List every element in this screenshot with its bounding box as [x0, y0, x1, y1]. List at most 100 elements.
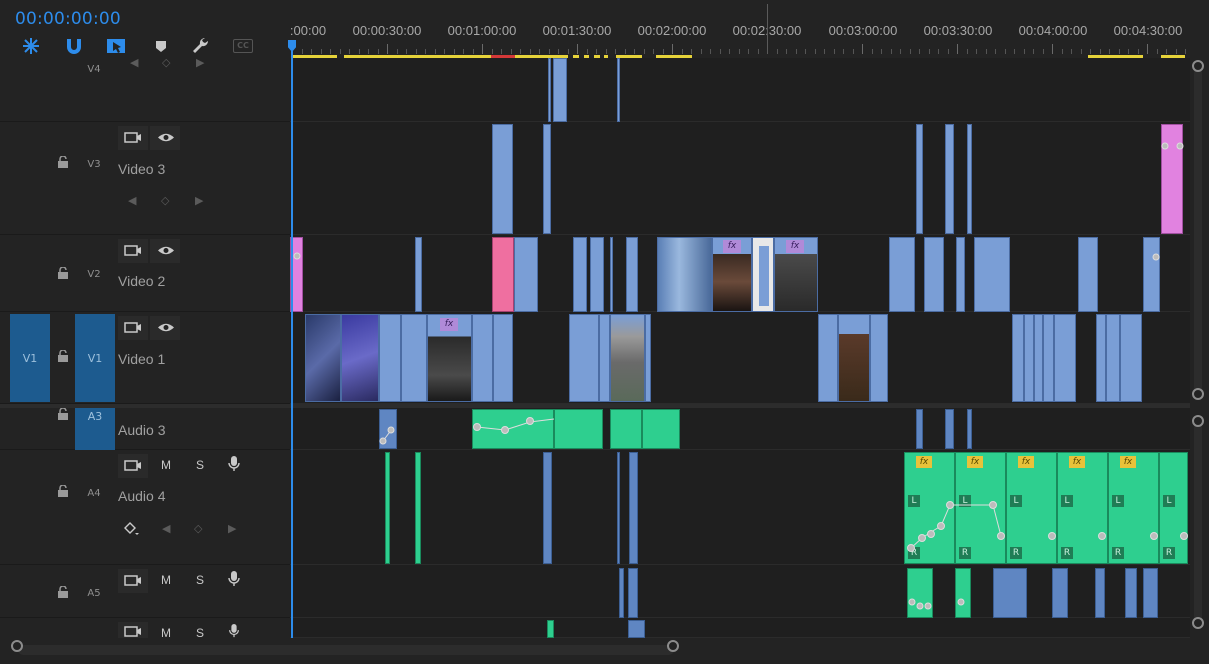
track-header-a5: A5 M S	[0, 565, 290, 618]
track-headers: V4 ◀ ◇ ▶ V3 Video 3 ◀ ◇ ▶ V2 Video 2 V1 …	[0, 56, 290, 640]
zoom-scroll-bar[interactable]	[18, 645, 674, 655]
scroll-handle-bottom[interactable]	[1192, 617, 1204, 629]
solo-button[interactable]: S	[196, 573, 204, 587]
track-name[interactable]: Audio 4	[118, 488, 165, 504]
audio-scroll-track[interactable]	[1194, 422, 1202, 622]
scroll-handle-top[interactable]	[1192, 60, 1204, 72]
ruler-tick	[368, 49, 369, 54]
lock-icon[interactable]	[57, 485, 69, 497]
scroll-handle-right[interactable]	[667, 640, 679, 652]
marker-icon[interactable]	[150, 36, 172, 56]
ruler-tick	[1080, 49, 1082, 54]
prev-keyframe-icon[interactable]: ◀	[162, 522, 170, 535]
track-name[interactable]: Video 2	[118, 273, 165, 289]
keyframe-menu-icon[interactable]	[124, 522, 140, 536]
ruler-tick	[653, 49, 654, 54]
ruler-tick	[1042, 49, 1044, 54]
ruler-label: 00:01:30:00	[542, 23, 612, 38]
linked-selection-icon[interactable]	[105, 36, 127, 56]
ruler-tick	[577, 44, 578, 54]
source-patch-v1[interactable]: V1	[10, 314, 50, 402]
film-icon[interactable]	[124, 131, 142, 144]
wrench-icon[interactable]	[190, 36, 212, 56]
lock-icon[interactable]	[57, 350, 69, 362]
track-name[interactable]: Audio 3	[118, 422, 165, 438]
microphone-icon[interactable]	[228, 456, 240, 472]
ruler-tick	[805, 49, 806, 54]
eye-icon[interactable]	[157, 321, 175, 334]
ruler-tick	[862, 44, 863, 54]
next-keyframe-icon[interactable]: ▶	[228, 522, 236, 535]
timeline-tracks[interactable]: fx fx fx fx fx fx fx fx LRLRLRLRLRLR	[290, 58, 1190, 638]
eye-icon[interactable]	[157, 131, 175, 144]
track-id: A4	[87, 488, 101, 499]
ruler-tick	[719, 49, 721, 54]
prev-keyframe-icon[interactable]: ◀	[128, 194, 136, 207]
add-keyframe-icon[interactable]: ◇	[162, 56, 170, 69]
ruler-tick	[1137, 49, 1139, 54]
ruler-tick	[1033, 49, 1034, 54]
horizontal-scrollbar[interactable]	[0, 638, 1209, 664]
ruler-tick	[995, 49, 996, 54]
mute-button[interactable]: M	[161, 573, 171, 587]
track-id: A5	[87, 588, 101, 599]
playhead-line[interactable]	[291, 40, 293, 640]
ruler-tick	[567, 49, 569, 54]
magnet-icon[interactable]	[63, 36, 85, 56]
ruler-tick	[1052, 44, 1053, 54]
ruler-tick	[520, 49, 521, 54]
captions-icon[interactable]: CC	[233, 39, 253, 53]
film-icon[interactable]	[124, 574, 142, 587]
ruler-tick	[1166, 49, 1167, 54]
solo-button[interactable]: S	[196, 458, 204, 472]
ruler-tick	[358, 49, 360, 54]
time-indicator-line	[767, 4, 768, 54]
microphone-icon[interactable]	[228, 624, 240, 638]
ruler-tick	[748, 49, 749, 54]
lock-icon[interactable]	[57, 156, 69, 168]
ruler-tick	[795, 49, 797, 54]
ruler-tick	[330, 49, 331, 54]
film-icon[interactable]	[124, 321, 142, 334]
track-name[interactable]: Video 3	[118, 161, 165, 177]
lock-icon[interactable]	[57, 267, 69, 279]
film-icon[interactable]	[124, 244, 142, 257]
playhead-timecode[interactable]: 00:00:00:00	[15, 9, 121, 29]
ruler-tick	[1090, 49, 1091, 54]
add-keyframe-icon[interactable]: ◇	[161, 194, 169, 207]
lock-icon[interactable]	[57, 408, 69, 420]
microphone-icon[interactable]	[228, 571, 240, 587]
ruler-tick	[852, 49, 854, 54]
scroll-handle-bottom[interactable]	[1192, 388, 1204, 400]
snap-nest-icon[interactable]	[20, 36, 42, 56]
prev-keyframe-icon[interactable]: ◀	[130, 56, 138, 69]
film-icon[interactable]	[124, 625, 142, 638]
next-keyframe-icon[interactable]: ▶	[195, 194, 203, 207]
ruler-tick	[406, 49, 407, 54]
ruler-tick	[919, 49, 920, 54]
ruler-tick	[1004, 49, 1006, 54]
ruler-tick	[501, 49, 502, 54]
film-icon[interactable]	[124, 459, 142, 472]
time-ruler[interactable]: :00:00 00:00:30:00 00:01:00:00 00:01:30:…	[290, 0, 1190, 58]
ruler-tick	[710, 49, 711, 54]
scroll-handle-left[interactable]	[11, 640, 23, 652]
lock-icon[interactable]	[57, 586, 69, 598]
ruler-label: 00:04:30:00	[1113, 23, 1183, 38]
add-keyframe-icon[interactable]: ◇	[194, 522, 202, 535]
next-keyframe-icon[interactable]: ▶	[196, 56, 204, 69]
ruler-tick	[415, 49, 417, 54]
video-scroll-track[interactable]	[1194, 68, 1202, 393]
track-name[interactable]: Video 1	[118, 351, 165, 367]
vertical-scrollbar[interactable]	[1190, 58, 1209, 638]
ruler-tick	[1099, 49, 1101, 54]
target-track-v1[interactable]: V1	[75, 314, 115, 402]
ruler-tick	[377, 49, 379, 54]
ruler-tick	[776, 49, 778, 54]
mute-button[interactable]: M	[161, 458, 171, 472]
target-track-a3[interactable]: A3	[75, 408, 115, 450]
track-id: V4	[87, 64, 101, 75]
eye-icon[interactable]	[157, 244, 175, 257]
ruler-tick	[691, 49, 692, 54]
scroll-handle-top[interactable]	[1192, 415, 1204, 427]
